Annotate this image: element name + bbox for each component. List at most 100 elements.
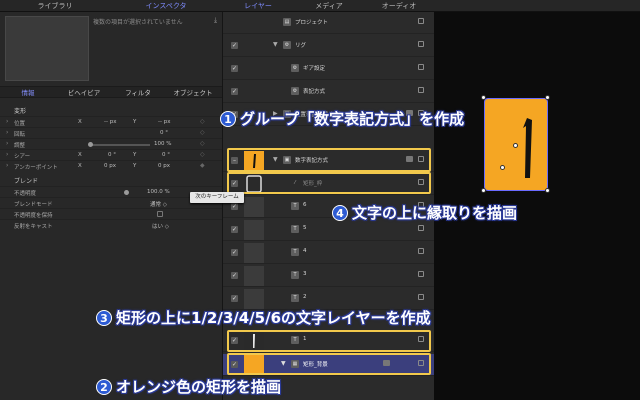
- anchor-row: › アンカーポイント X 0 px Y 0 px ◆: [0, 160, 222, 171]
- visibility-checkbox[interactable]: ✓: [231, 88, 238, 95]
- lock-icon[interactable]: [418, 18, 424, 24]
- subtab-filters[interactable]: フィルタ: [112, 87, 164, 99]
- layer-row-digit-notation[interactable]: – ▼ ▣ 数字表記方式: [223, 150, 435, 172]
- layer-row-notation[interactable]: ✓ ⚙ 表記方式: [223, 81, 435, 103]
- lock-icon[interactable]: [418, 360, 424, 366]
- digit-one-glyph: [523, 118, 532, 178]
- transform-handle[interactable]: [545, 95, 550, 100]
- transform-section-title: 変形: [14, 108, 27, 115]
- layer-thumbnail: [244, 197, 264, 217]
- gear-widget-icon: ⚙: [291, 64, 299, 72]
- layer-thumbnail: [244, 331, 264, 351]
- tab-audio[interactable]: オーディオ: [364, 0, 434, 12]
- blend-mode-select[interactable]: 通常 ◇: [150, 200, 167, 208]
- subtab-behaviors[interactable]: ビヘイビア: [56, 87, 112, 99]
- shear-x-field[interactable]: 0 °: [108, 152, 116, 158]
- position-x-field[interactable]: -- px: [104, 119, 116, 125]
- text-icon: T: [291, 294, 299, 302]
- blend-section-title: ブレンド: [14, 178, 39, 185]
- tab-library[interactable]: ライブラリ: [0, 0, 110, 12]
- disclosure-triangle-icon[interactable]: ▼: [273, 41, 278, 48]
- text-icon: T: [291, 248, 299, 256]
- visibility-checkbox[interactable]: –: [231, 157, 238, 164]
- rotation-field[interactable]: 0 °: [160, 130, 168, 136]
- visibility-checkbox[interactable]: ✓: [231, 203, 238, 210]
- visibility-checkbox[interactable]: ✓: [231, 361, 238, 368]
- top-tab-bar: ライブラリ インスペクタ レイヤー メディア オーディオ: [0, 0, 640, 12]
- blend-mode-row: ブレンドモード 通常 ◇: [0, 197, 222, 208]
- disclosure-icon[interactable]: ›: [6, 129, 8, 136]
- disclosure-triangle-icon[interactable]: ▼: [273, 156, 278, 163]
- lock-icon[interactable]: [418, 179, 424, 185]
- preserve-opacity-checkbox[interactable]: [157, 211, 163, 217]
- layer-row-project[interactable]: ▤ プロジェクト: [223, 12, 435, 34]
- transform-handle[interactable]: [545, 188, 550, 193]
- scale-slider-knob[interactable]: [88, 142, 93, 147]
- visibility-checkbox[interactable]: ✓: [231, 272, 238, 279]
- disclosure-icon[interactable]: ›: [6, 162, 8, 169]
- tab-media[interactable]: メディア: [294, 0, 364, 12]
- disclosure-icon[interactable]: ›: [6, 140, 8, 147]
- visibility-checkbox[interactable]: ✓: [231, 180, 238, 187]
- mask-badge-icon: [383, 360, 390, 366]
- transform-handle[interactable]: [500, 165, 505, 170]
- layer-row-gear-settings[interactable]: ✓ ⚙ ギア設定: [223, 58, 435, 80]
- layer-row-text-3[interactable]: ✓ T 3: [223, 265, 435, 287]
- tab-inspector[interactable]: インスペクタ: [110, 0, 222, 12]
- lock-icon[interactable]: [418, 294, 424, 300]
- callout-4: 4 文字の上に縁取りを描画: [332, 202, 517, 223]
- visibility-checkbox[interactable]: ✓: [231, 295, 238, 302]
- opacity-field[interactable]: 100.0 %: [147, 189, 170, 195]
- layer-row-text-4[interactable]: ✓ T 4: [223, 242, 435, 264]
- opacity-slider-knob[interactable]: [124, 190, 129, 195]
- scale-field[interactable]: 100 %: [154, 141, 171, 147]
- lock-icon[interactable]: [418, 271, 424, 277]
- shear-y-field[interactable]: 0 °: [162, 152, 170, 158]
- preserve-opacity-row: 不透明度を保持: [0, 208, 222, 219]
- group-icon: ▣: [283, 156, 291, 164]
- position-y-field[interactable]: -- px: [158, 119, 170, 125]
- transform-handle[interactable]: [481, 188, 486, 193]
- visibility-checkbox[interactable]: ✓: [231, 337, 238, 344]
- pin-icon[interactable]: ⤓: [214, 16, 220, 24]
- anchor-y-field[interactable]: 0 px: [158, 163, 170, 169]
- anchor-x-field[interactable]: 0 px: [104, 163, 116, 169]
- subtab-object[interactable]: オブジェクト: [164, 87, 222, 99]
- lock-icon[interactable]: [418, 87, 424, 93]
- shape-icon: ⁄: [294, 180, 296, 186]
- keyframe-icon[interactable]: ◇: [200, 151, 205, 158]
- disclosure-icon[interactable]: ›: [6, 151, 8, 158]
- disclosure-triangle-icon[interactable]: ▼: [281, 360, 286, 367]
- subtab-info[interactable]: 情報: [0, 87, 56, 99]
- lock-icon[interactable]: [418, 336, 424, 342]
- scale-slider[interactable]: [92, 144, 150, 146]
- keyframe-icon[interactable]: ◇: [200, 118, 205, 125]
- visibility-checkbox[interactable]: ✓: [231, 249, 238, 256]
- add-keyframe-icon[interactable]: ◆: [200, 162, 205, 169]
- layer-thumbnail: [244, 151, 264, 171]
- layer-row-rect-background[interactable]: ✓ ▼ ▦ 矩形_背景: [223, 354, 435, 376]
- lock-icon[interactable]: [418, 64, 424, 70]
- lock-icon[interactable]: [418, 248, 424, 254]
- inspector-subtabs: 情報 ビヘイビア フィルタ オブジェクト: [0, 86, 222, 98]
- layer-row-rect-frame[interactable]: ✓ ⁄ 矩形_枠: [223, 173, 435, 195]
- cast-reflection-select[interactable]: はい ◇: [152, 222, 169, 230]
- lock-icon[interactable]: [418, 225, 424, 231]
- transform-handle[interactable]: [481, 95, 486, 100]
- text-icon: T: [291, 271, 299, 279]
- lock-icon[interactable]: [418, 41, 424, 47]
- callout-3: 3 矩形の上に1/2/3/4/5/6の文字レイヤーを作成: [96, 307, 431, 328]
- visibility-checkbox[interactable]: ✓: [231, 226, 238, 233]
- rig-icon: ⚙: [283, 41, 291, 49]
- anchor-point-handle[interactable]: [513, 143, 518, 148]
- layer-row-text-1[interactable]: ✓ T 1: [223, 330, 435, 352]
- visibility-checkbox[interactable]: ✓: [231, 65, 238, 72]
- layer-row-rig[interactable]: ✓ ▼ ⚙ リグ: [223, 35, 435, 57]
- text-icon: T: [291, 202, 299, 210]
- disclosure-icon[interactable]: ›: [6, 118, 8, 125]
- visibility-checkbox[interactable]: ✓: [231, 42, 238, 49]
- keyframe-icon[interactable]: ◇: [200, 129, 205, 136]
- tab-layers[interactable]: レイヤー: [222, 0, 294, 12]
- keyframe-icon[interactable]: ◇: [200, 140, 205, 147]
- lock-icon[interactable]: [418, 156, 424, 162]
